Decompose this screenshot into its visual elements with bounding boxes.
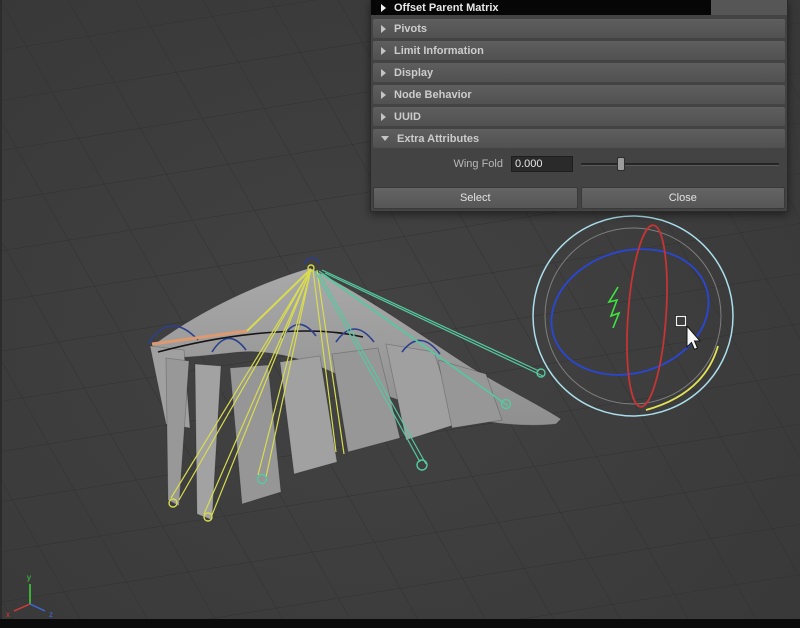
expand-arrow-icon xyxy=(381,113,386,121)
expand-arrow-icon xyxy=(381,47,386,55)
section-header-offset-parent-matrix[interactable]: Offset Parent Matrix xyxy=(371,0,787,15)
expand-arrow-icon xyxy=(381,4,386,12)
section-header-node-behavior[interactable]: Node Behavior xyxy=(373,85,785,104)
select-button[interactable]: Select xyxy=(373,187,578,209)
attribute-editor-panel: Offset Parent Matrix Pivots Limit Inform… xyxy=(370,0,788,212)
section-label: Offset Parent Matrix xyxy=(394,2,499,14)
section-label: Display xyxy=(394,67,433,79)
close-button[interactable]: Close xyxy=(581,187,786,209)
section-header-pivots[interactable]: Pivots xyxy=(373,19,785,38)
attribute-label: Wing Fold xyxy=(371,158,503,170)
section-header-extra-attributes[interactable]: Extra Attributes xyxy=(373,129,785,148)
header-tail xyxy=(711,0,787,15)
attribute-row: Wing Fold xyxy=(371,155,787,172)
attribute-slider[interactable] xyxy=(581,157,779,171)
section-header-limit-information[interactable]: Limit Information xyxy=(373,41,785,60)
section-label: Limit Information xyxy=(394,45,484,57)
axis-z-label: z xyxy=(49,610,53,619)
expand-arrow-icon xyxy=(381,91,386,99)
attribute-value-field[interactable] xyxy=(511,156,573,172)
collapse-arrow-icon xyxy=(381,136,389,141)
axis-y-label: y xyxy=(27,573,31,582)
slider-handle[interactable] xyxy=(617,157,625,171)
section-label: Node Behavior xyxy=(394,89,472,101)
section-label: UUID xyxy=(394,111,421,123)
section-header-display[interactable]: Display xyxy=(373,63,785,82)
section-label: Pivots xyxy=(394,23,427,35)
expand-arrow-icon xyxy=(381,25,386,33)
viewport-left-edge xyxy=(0,0,2,628)
bottom-bar xyxy=(0,619,800,628)
slider-groove[interactable] xyxy=(581,163,779,166)
axis-x-label: x xyxy=(6,610,10,619)
section-label: Extra Attributes xyxy=(397,133,479,145)
section-header-uuid[interactable]: UUID xyxy=(373,107,785,126)
panel-button-row: Select Close xyxy=(373,187,785,209)
expand-arrow-icon xyxy=(381,69,386,77)
